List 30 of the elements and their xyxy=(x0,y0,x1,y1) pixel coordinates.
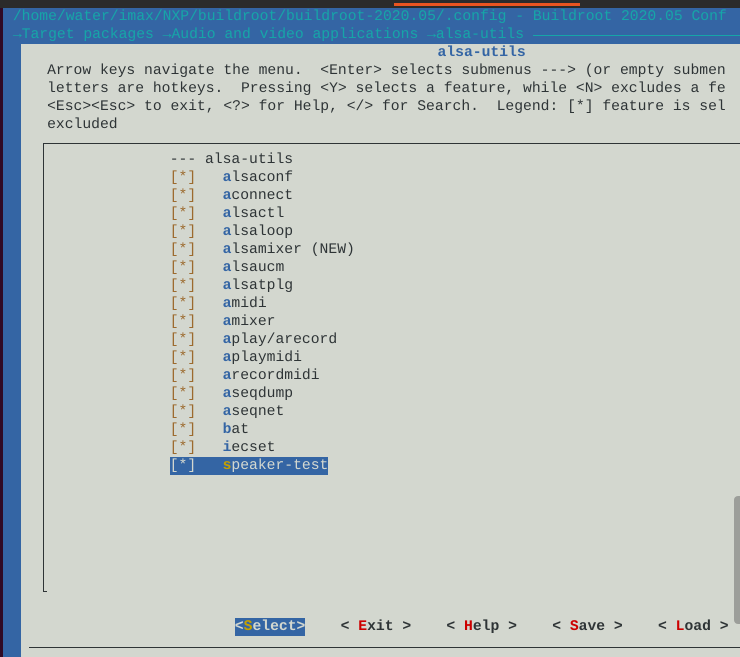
menu-button[interactable]: <Select> xyxy=(234,618,306,636)
menu-item[interactable]: [*] aplay/arecord xyxy=(170,331,338,349)
menu-item[interactable]: [*] aplaymidi xyxy=(170,349,302,367)
menu-button[interactable]: < Help > xyxy=(446,618,517,636)
menu-item[interactable]: [*] alsaucm xyxy=(170,259,284,277)
menu-item[interactable]: [*] alsactl xyxy=(170,205,284,223)
menu-item[interactable]: [*] aseqnet xyxy=(170,403,284,421)
menu-button[interactable]: < Load > xyxy=(658,618,729,636)
scrollbar-thumb[interactable] xyxy=(734,496,740,624)
help-text: excluded xyxy=(46,116,119,134)
dialog-title: alsa-utils xyxy=(436,44,527,62)
menu-item[interactable]: [*] arecordmidi xyxy=(170,367,320,385)
menu-item[interactable]: [*] alsatplg xyxy=(170,277,294,295)
window-title: /home/water/imax/NXP/buildroot/buildroot-2020.05/.config - Buildroot 2020.05 Conf xyxy=(12,8,728,26)
help-text: <Esc><Esc> to exit, <?> for Help, </> for Search. Legend: [*] feature is sel xyxy=(46,98,727,116)
menu-button[interactable]: < Save > xyxy=(552,618,623,636)
menu-item[interactable]: [*] aseqdump xyxy=(170,385,294,403)
menu-item[interactable]: [*] aconnect xyxy=(170,187,294,205)
menu-heading: --- alsa-utils xyxy=(168,151,294,169)
help-text: Arrow keys navigate the menu. <Enter> selects submenus ---> (or empty submen xyxy=(46,62,727,80)
menu-item[interactable]: [*] alsaconf xyxy=(170,169,294,187)
menu-item[interactable]: [*] amidi xyxy=(170,295,267,313)
menu-item[interactable]: [*] alsaloop xyxy=(170,223,294,241)
menu-item[interactable]: [*] bat xyxy=(170,421,250,439)
menu-item[interactable]: [*] iecset xyxy=(170,439,276,457)
help-text: letters are hotkeys. Pressing <Y> selects a feature, while <N> excludes a fe xyxy=(46,80,727,98)
menu-item[interactable]: [*] amixer xyxy=(170,313,276,331)
menu-item[interactable]: [*] alsamixer (NEW) xyxy=(170,241,355,259)
menu-button[interactable]: < Exit > xyxy=(340,618,412,636)
menu-item[interactable]: [*] speaker-test xyxy=(170,457,328,475)
